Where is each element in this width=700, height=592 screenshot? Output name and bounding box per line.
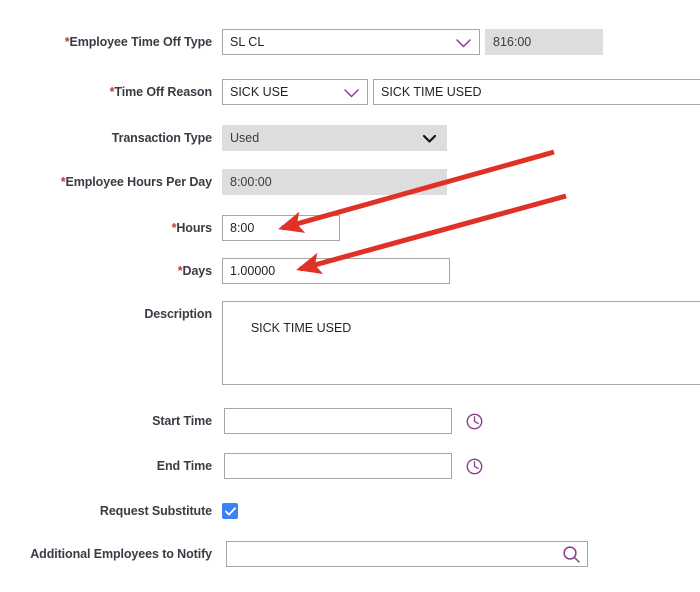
label-text: Employee Hours Per Day: [65, 175, 213, 189]
label-request-substitute: Request Substitute: [0, 498, 212, 524]
label-time-off-reason: *Time Off Reason: [0, 79, 212, 105]
employee-time-off-type-select[interactable]: SL CL: [222, 29, 480, 55]
label-start-time: Start Time: [0, 408, 212, 434]
form-row-end-time: End Time: [0, 453, 700, 479]
hours-input[interactable]: 8:00: [222, 215, 340, 241]
form-row-additional-employees-to-notify: Additional Employees to Notify: [0, 541, 700, 567]
additional-employees-input[interactable]: [226, 541, 588, 567]
form-row-days: *Days 1.00000: [0, 258, 700, 284]
days-value: 1.00000: [230, 264, 276, 278]
label-text: Additional Employees to Notify: [30, 547, 212, 561]
chevron-down-icon: [344, 80, 359, 104]
employee-time-off-balance: 816:00: [485, 29, 603, 55]
clock-icon[interactable]: [464, 408, 484, 434]
label-employee-time-off-type: *Employee Time Off Type: [0, 29, 212, 55]
form-row-employee-hours-per-day: *Employee Hours Per Day 8:00:00: [0, 169, 700, 195]
employee-hours-per-day-input: 8:00:00: [222, 169, 447, 195]
label-text: Start Time: [152, 414, 212, 428]
label-days: *Days: [0, 258, 212, 284]
hours-value: 8:00: [230, 221, 255, 235]
label-text: Time Off Reason: [114, 85, 212, 99]
label-hours: *Hours: [0, 215, 212, 241]
transaction-type-select[interactable]: Used: [222, 125, 447, 151]
employee-time-off-balance-value: 816:00: [493, 35, 532, 49]
start-time-input[interactable]: [224, 408, 452, 434]
time-off-reason-description-input[interactable]: SICK TIME USED: [373, 79, 700, 105]
time-off-reason-value: SICK USE: [230, 85, 289, 99]
form-row-description: Description SICK TIME USED: [0, 301, 700, 385]
form-row-transaction-type: Transaction Type Used: [0, 125, 700, 151]
description-textarea[interactable]: SICK TIME USED: [222, 301, 700, 385]
form-row-hours: *Hours 8:00: [0, 215, 700, 241]
label-employee-hours-per-day: *Employee Hours Per Day: [0, 169, 212, 195]
label-text: Request Substitute: [99, 504, 212, 518]
form-row-employee-time-off-type: *Employee Time Off Type SL CL 816:00: [0, 29, 700, 55]
end-time-input[interactable]: [224, 453, 452, 479]
chevron-down-icon: [423, 126, 436, 150]
search-icon[interactable]: [559, 542, 583, 566]
clock-icon[interactable]: [464, 453, 484, 479]
time-off-form: *Employee Time Off Type SL CL 816:00 *Ti…: [0, 0, 700, 592]
description-value: SICK TIME USED: [250, 321, 352, 335]
days-input[interactable]: 1.00000: [222, 258, 450, 284]
form-row-start-time: Start Time: [0, 408, 700, 434]
time-off-reason-description-value: SICK TIME USED: [381, 85, 482, 99]
transaction-type-value: Used: [230, 131, 260, 145]
time-off-reason-select[interactable]: SICK USE: [222, 79, 368, 105]
label-text: Days: [182, 264, 213, 278]
label-transaction-type: Transaction Type: [0, 125, 212, 151]
label-text: Transaction Type: [111, 131, 212, 145]
employee-hours-per-day-value: 8:00:00: [230, 175, 272, 189]
label-additional-employees-to-notify: Additional Employees to Notify: [0, 541, 212, 567]
label-text: Hours: [176, 221, 212, 235]
form-row-time-off-reason: *Time Off Reason SICK USE SICK TIME USED: [0, 79, 700, 105]
check-icon: [224, 506, 236, 515]
label-text: Description: [144, 307, 212, 321]
chevron-down-icon: [456, 30, 471, 54]
employee-time-off-type-value: SL CL: [230, 35, 265, 49]
form-row-request-substitute: Request Substitute: [0, 498, 700, 524]
label-end-time: End Time: [0, 453, 212, 479]
label-description: Description: [0, 301, 212, 327]
label-text: Employee Time Off Type: [69, 35, 212, 49]
label-text: End Time: [156, 459, 212, 473]
request-substitute-checkbox[interactable]: [222, 503, 238, 519]
